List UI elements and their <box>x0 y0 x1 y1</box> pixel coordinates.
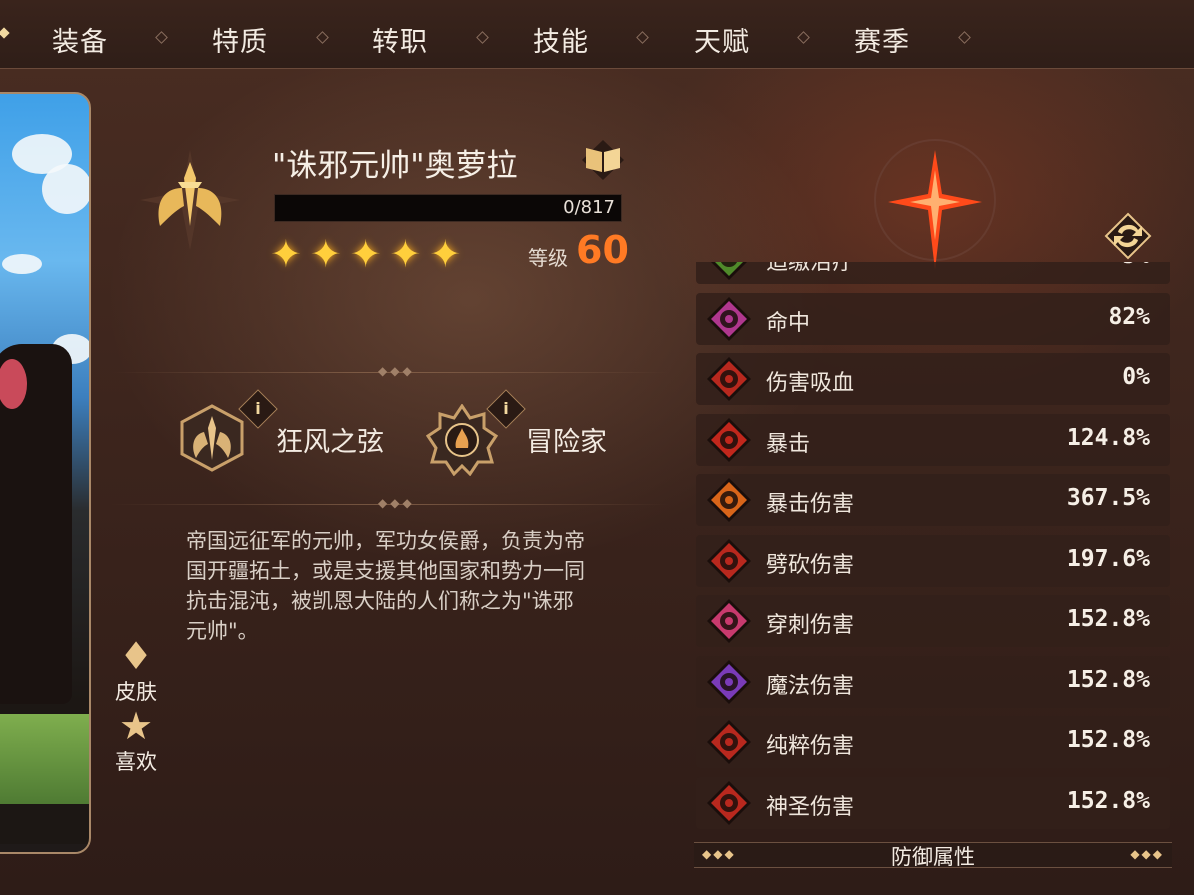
stat-value: 152.8% <box>1066 666 1150 693</box>
crit-icon <box>707 417 751 462</box>
card-name: 拉 <box>2 850 24 852</box>
stat-value: 0% <box>1122 364 1150 390</box>
nav-separator-icon <box>958 31 971 44</box>
character-card[interactable]: 拉 ✦ <box>0 92 91 854</box>
book-icon[interactable] <box>580 138 626 182</box>
stat-value: 197.6% <box>1066 545 1150 572</box>
top-nav: 装备 特质 转职 技能 天赋 赛季 <box>0 0 1194 69</box>
level-label: 等级 <box>528 246 568 270</box>
tab-traits[interactable]: 特质 <box>212 20 268 59</box>
stat-value: 5% <box>1122 262 1150 269</box>
element-crest-icon <box>874 139 996 270</box>
defense-section-header[interactable]: ◆◆◆ 防御属性 ◆◆◆ <box>694 842 1172 869</box>
stat-name: 伤害吸血 <box>766 371 855 396</box>
trait-name: 狂风之弦 <box>276 427 384 458</box>
crosshair-icon <box>707 296 751 341</box>
tab-season[interactable]: 赛季 <box>854 20 910 59</box>
nav-separator-icon <box>316 31 329 44</box>
axe-icon <box>707 538 751 583</box>
divider-dots: ◆◆◆ <box>378 364 415 378</box>
swap-icon[interactable] <box>1104 212 1152 260</box>
gale-string-trait-icon[interactable] <box>176 402 248 474</box>
tab-talent[interactable]: 天赋 <box>694 20 750 59</box>
stat-row: 纯粹伤害 152.8% <box>696 716 1170 768</box>
skin-label: 皮肤 <box>115 680 157 704</box>
stat-row: 魔法伤害 152.8% <box>696 655 1170 708</box>
class-emblem-icon <box>140 150 240 250</box>
nav-separator-icon <box>476 31 489 44</box>
exp-value: 0/817 <box>563 197 615 218</box>
magic-icon <box>707 659 751 704</box>
pierce-icon <box>707 599 751 643</box>
stat-value: 82% <box>1108 303 1150 330</box>
star-icon: ★ <box>118 704 154 748</box>
trait-name: 冒险家 <box>526 427 607 458</box>
star-icon: ✦ <box>389 232 422 276</box>
stat-value: 367.5% <box>1066 485 1150 511</box>
adventurer-trait-icon[interactable] <box>426 404 498 476</box>
star-rating: ✦ ✦ ✦ ✦ ✦ <box>270 232 469 276</box>
pure-icon <box>707 720 751 764</box>
stat-row: 暴击伤害 367.5% <box>696 474 1170 526</box>
stat-row: 穿刺伤害 152.8% <box>696 595 1170 647</box>
holy-icon <box>707 780 751 825</box>
lifesteal-icon <box>707 357 751 401</box>
nav-lead-diamond-icon <box>0 27 10 39</box>
cloud-decoration <box>42 164 89 214</box>
level-value: 60 <box>576 228 629 272</box>
star-icon: ✦ <box>270 232 302 276</box>
stat-value: 124.8% <box>1066 424 1150 451</box>
defense-header-label: 防御属性 <box>891 845 975 869</box>
stat-value: 152.8% <box>1066 727 1150 753</box>
stat-row: 神圣伤害 152.8% <box>696 776 1170 829</box>
divider-dots: ◆◆◆ <box>378 496 415 510</box>
stat-name: 暴击伤害 <box>766 492 855 517</box>
tab-equipment[interactable]: 装备 <box>52 20 108 59</box>
stat-name: 劈砍伤害 <box>766 552 855 578</box>
stat-row: 暴击 124.8% <box>696 413 1170 466</box>
heal-icon <box>711 262 747 280</box>
nav-separator-icon <box>797 31 810 44</box>
exp-bar: 0/817 <box>274 194 622 222</box>
hero-description: 帝国远征军的元帅，军功女侯爵，负责为帝国开疆拓土，或是支援其他国家和势力一同抗击… <box>186 529 585 643</box>
dots-decoration: ◆◆◆ <box>1130 847 1164 861</box>
stat-row: 伤害吸血 0% <box>696 353 1170 405</box>
hero-name: "诛邪元帅"奥萝拉 <box>272 148 518 184</box>
cloud-decoration <box>2 254 42 274</box>
stat-row: 追缴治疗 5% <box>696 262 1170 284</box>
stat-name: 命中 <box>766 310 811 336</box>
stat-name: 神圣伤害 <box>766 794 855 820</box>
grass-background <box>0 714 89 804</box>
tab-class-change[interactable]: 转职 <box>372 20 428 59</box>
nav-separator-icon <box>636 31 649 44</box>
stat-value: 152.8% <box>1066 787 1150 814</box>
stat-value: 152.8% <box>1066 606 1150 632</box>
nav-separator-icon <box>155 31 168 44</box>
star-icon: ✦ <box>309 232 342 276</box>
like-button[interactable]: ★ 喜欢 <box>106 706 166 776</box>
star-icon: ✦ <box>429 232 462 276</box>
stat-name: 纯粹伤害 <box>766 734 855 759</box>
stat-row: 劈砍伤害 197.6% <box>696 534 1170 587</box>
stat-name: 魔法伤害 <box>766 673 855 699</box>
star-icon: ✦ <box>349 232 382 276</box>
stat-name: 穿刺伤害 <box>766 613 855 638</box>
stat-list[interactable]: 追缴治疗 5% 命中 82% 伤害吸血 0% 暴击 124.8% 暴击伤害 367.5% 劈砍伤害 1… <box>696 262 1172 842</box>
like-label: 喜欢 <box>115 750 157 774</box>
skin-button[interactable]: ♦ 皮肤 <box>106 636 166 706</box>
stat-name: 暴击 <box>766 431 811 457</box>
stat-row: 命中 82% <box>696 292 1170 345</box>
tab-skills[interactable]: 技能 <box>533 20 589 59</box>
stat-name: 追缴治疗 <box>766 262 855 275</box>
card-name-bar <box>0 844 89 852</box>
dress-icon: ♦ <box>118 634 154 678</box>
crit-damage-icon <box>707 478 751 522</box>
